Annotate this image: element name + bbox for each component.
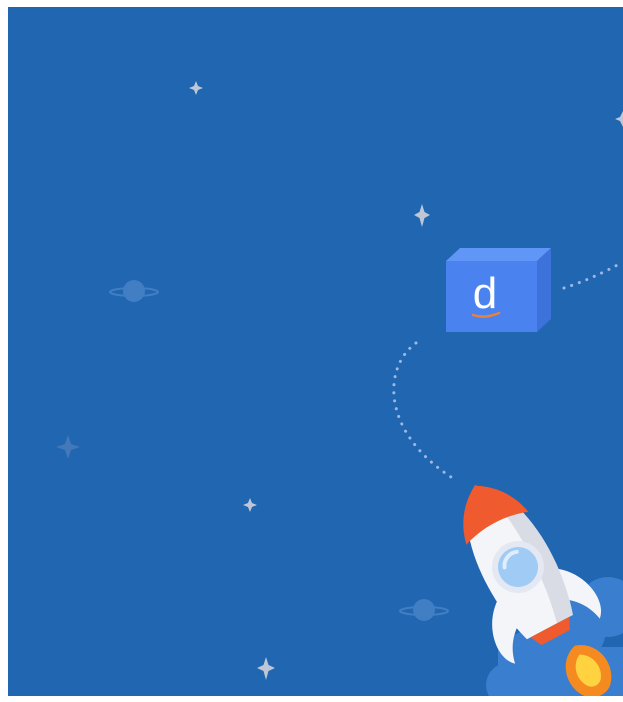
logo-letter: d: [473, 269, 497, 318]
screenshot-frame: d: [0, 0, 623, 702]
logo-cube-icon: d: [446, 248, 551, 332]
space-illustration: d: [8, 7, 623, 696]
space-scene-svg: d: [8, 7, 623, 696]
